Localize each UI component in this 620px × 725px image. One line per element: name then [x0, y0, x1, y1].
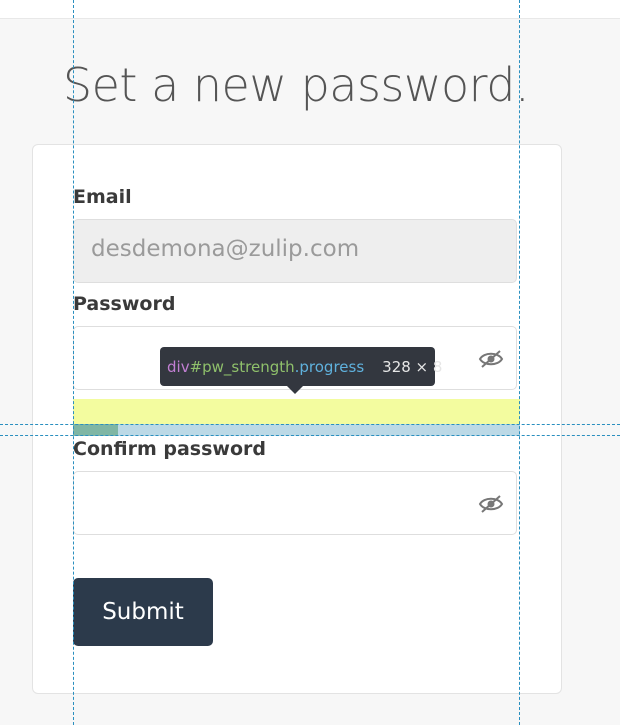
- top-navbar: [0, 0, 620, 19]
- eye-slash-icon[interactable]: [478, 349, 504, 369]
- tooltip-class: .progress: [294, 357, 365, 376]
- confirm-password-field[interactable]: [73, 471, 517, 535]
- page-title: Set a new password.: [62, 58, 530, 112]
- devtools-guide-right: [519, 0, 520, 725]
- confirm-password-label: Confirm password: [73, 438, 267, 460]
- devtools-guide-bottom: [0, 435, 620, 436]
- tooltip-size: 328 × 8: [382, 357, 443, 376]
- devtools-guide-top: [0, 424, 620, 425]
- email-label: Email: [73, 186, 132, 208]
- eye-slash-icon[interactable]: [478, 494, 504, 514]
- email-value: desdemona@zulip.com: [91, 236, 360, 262]
- submit-button[interactable]: Submit: [73, 578, 213, 646]
- tooltip-tag: div: [167, 357, 190, 376]
- tooltip-id: #pw_strength: [189, 357, 295, 376]
- devtools-element-tooltip: div #pw_strength .progress 328 × 8: [160, 347, 442, 394]
- password-label: Password: [73, 293, 176, 315]
- devtools-guide-left: [73, 0, 74, 725]
- email-field[interactable]: desdemona@zulip.com: [73, 219, 517, 283]
